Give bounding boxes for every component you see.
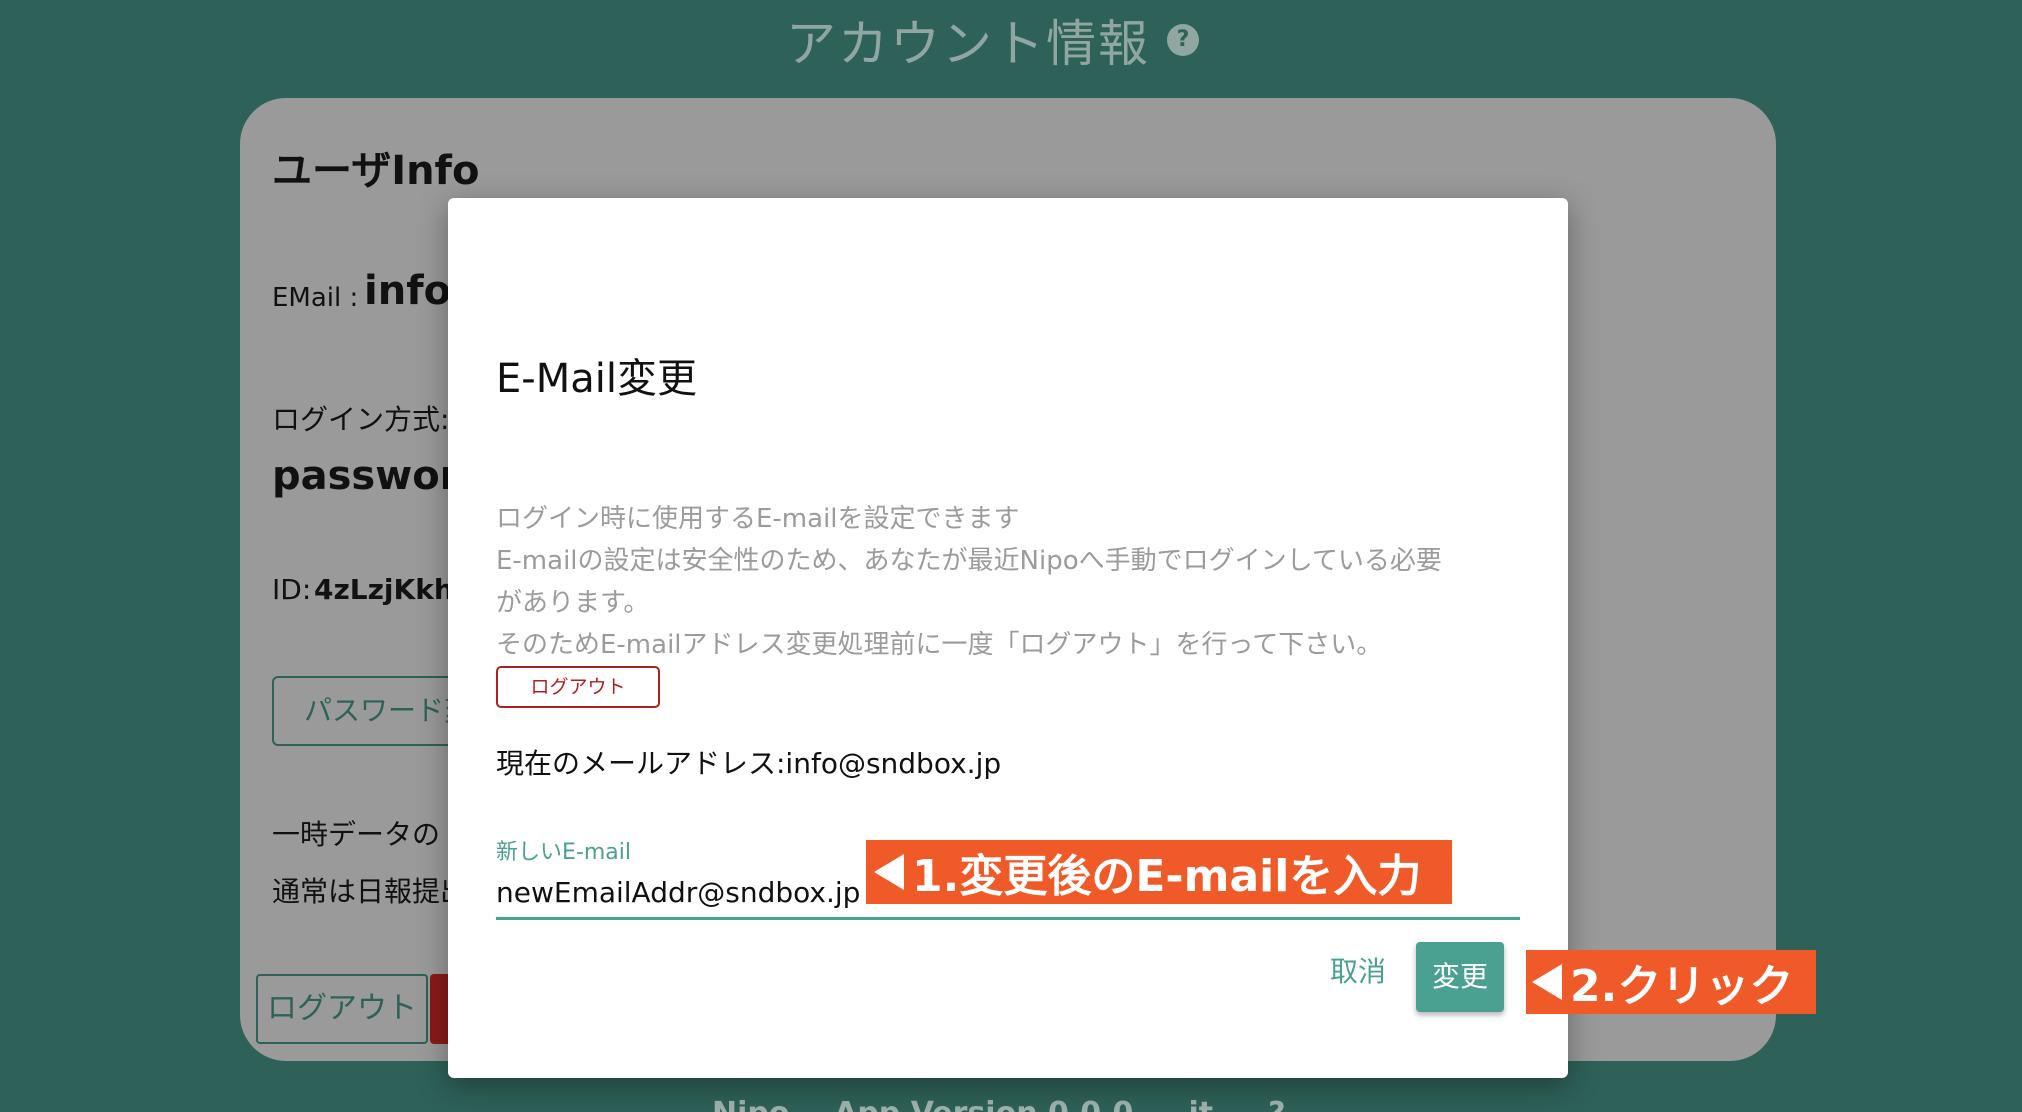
left-arrow-icon (874, 854, 904, 890)
new-email-label: 新しいE-mail (496, 840, 631, 865)
dialog-description-line: そのためE-mailアドレス変更処理前に一度「ログアウト」を行って下さい。 (496, 630, 1383, 660)
dialog-logout-button[interactable]: ログアウト (496, 666, 660, 708)
footer-text: Nipo... App Version 0.0.0 ... it ... ? (712, 1096, 1286, 1112)
email-label: EMail : (272, 283, 359, 313)
email-change-dialog: E-Mail変更 ログイン時に使用するE-mailを設定できます E-mailの… (448, 198, 1568, 1078)
step2-text: 2.クリック (1570, 961, 1794, 1012)
dialog-title: E-Mail変更 (496, 356, 697, 402)
step1-callout: 1.変更後のE-mailを入力 (866, 840, 1452, 904)
dialog-description-line: E-mailの設定は安全性のため、あなたが最近Nipoへ手動でログインしている必… (496, 546, 1442, 576)
step2-callout: 2.クリック (1526, 950, 1816, 1014)
card-title: ユーザInfo (272, 148, 480, 194)
temp-data-text: 一時データの (272, 818, 441, 851)
cancel-button[interactable]: 取消 (1318, 942, 1398, 1002)
step1-text: 1.変更後のE-mailを入力 (912, 851, 1422, 902)
dialog-description-line: ログイン時に使用するE-mailを設定できます (496, 504, 1020, 534)
left-arrow-icon (1532, 964, 1562, 1000)
page-title: アカウント情報 (786, 15, 1150, 73)
login-method-label: ログイン方式: (272, 403, 450, 436)
dialog-description-line: があります。 (496, 588, 650, 618)
card-logout-button[interactable]: ログアウト (256, 974, 428, 1044)
help-icon[interactable]: ? (1167, 24, 1199, 56)
daily-report-text: 通常は日報提出 (272, 875, 469, 908)
change-button[interactable]: 変更 (1416, 942, 1504, 1012)
id-label: ID: (272, 573, 312, 606)
current-email-text: 現在のメールアドレス:info@sndbox.jp (496, 747, 1002, 780)
id-value: 4zLzjKkhz (314, 573, 471, 606)
